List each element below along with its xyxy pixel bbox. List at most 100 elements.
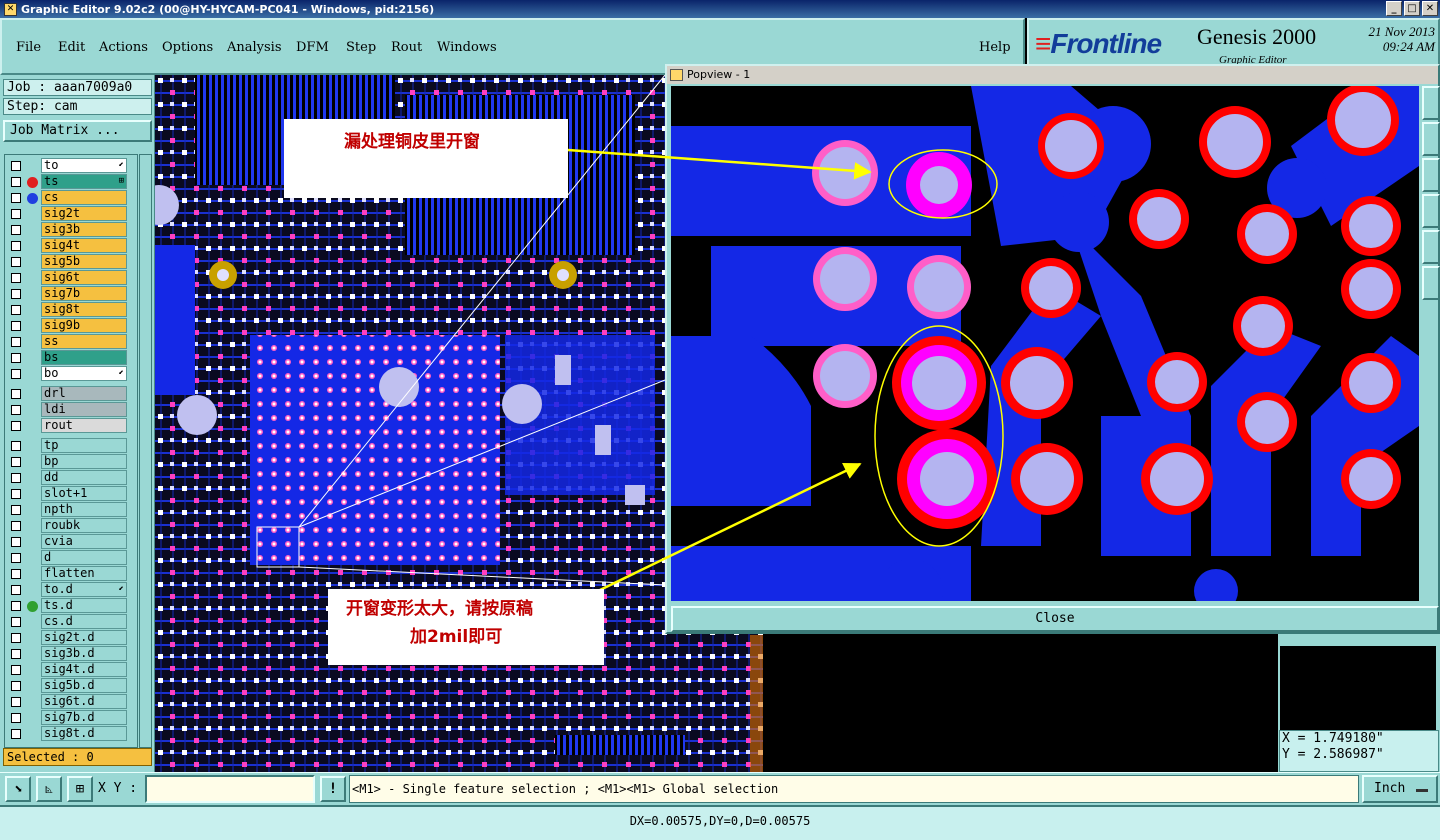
layer-row[interactable]: sig6t bbox=[5, 270, 129, 286]
layer-name[interactable]: sig3b.d bbox=[41, 646, 127, 661]
layer-checkbox[interactable] bbox=[11, 257, 21, 267]
layer-name[interactable]: tp bbox=[41, 438, 127, 453]
layer-name[interactable]: ldi bbox=[41, 402, 127, 417]
layer-checkbox[interactable] bbox=[11, 537, 21, 547]
popview-tool-4[interactable] bbox=[1422, 194, 1440, 228]
menu-dfm[interactable]: DFM bbox=[296, 40, 329, 55]
layer-checkbox[interactable] bbox=[11, 601, 21, 611]
layer-row[interactable]: to ⬋ bbox=[5, 158, 129, 174]
layer-name[interactable]: dd bbox=[41, 470, 127, 485]
maximize-button[interactable]: □ bbox=[1404, 1, 1420, 16]
layer-name[interactable]: cvia bbox=[41, 534, 127, 549]
layer-row[interactable]: bp bbox=[5, 454, 129, 470]
canvas-right-area[interactable] bbox=[763, 634, 1278, 772]
layer-name[interactable]: sig6t bbox=[41, 270, 127, 285]
layer-checkbox[interactable] bbox=[11, 585, 21, 595]
layer-checkbox[interactable] bbox=[11, 489, 21, 499]
menu-rout[interactable]: Rout bbox=[391, 40, 422, 55]
layer-row[interactable]: flatten bbox=[5, 566, 129, 582]
menu-help[interactable]: Help bbox=[979, 40, 1011, 55]
layer-row[interactable]: sig2t bbox=[5, 206, 129, 222]
layer-row[interactable]: sig2t.d bbox=[5, 630, 129, 646]
layer-row[interactable]: d bbox=[5, 550, 129, 566]
layer-row[interactable]: sig4t bbox=[5, 238, 129, 254]
layer-checkbox[interactable] bbox=[11, 321, 21, 331]
layer-name[interactable]: sig7b.d bbox=[41, 710, 127, 725]
layer-name[interactable]: sig8t bbox=[41, 302, 127, 317]
layer-name[interactable]: ss bbox=[41, 334, 127, 349]
layer-checkbox[interactable] bbox=[11, 405, 21, 415]
layer-row[interactable]: cvia bbox=[5, 534, 129, 550]
layer-row[interactable]: sig4t.d bbox=[5, 662, 129, 678]
layer-checkbox[interactable] bbox=[11, 617, 21, 627]
layer-name[interactable]: roubk bbox=[41, 518, 127, 533]
xy-input[interactable] bbox=[145, 775, 315, 803]
layer-name[interactable]: sig9b bbox=[41, 318, 127, 333]
measure-icon[interactable]: ⦝ bbox=[36, 776, 62, 802]
menu-step[interactable]: Step bbox=[346, 40, 376, 55]
layer-row[interactable]: bs bbox=[5, 350, 129, 366]
menu-analysis[interactable]: Analysis bbox=[227, 40, 282, 55]
layer-checkbox[interactable] bbox=[11, 337, 21, 347]
layer-checkbox[interactable] bbox=[11, 505, 21, 515]
layer-checkbox[interactable] bbox=[11, 389, 21, 399]
layer-row[interactable]: bo ⬋ bbox=[5, 366, 129, 382]
layer-checkbox[interactable] bbox=[11, 421, 21, 431]
layer-row[interactable]: to.d ⬋ bbox=[5, 582, 129, 598]
layer-checkbox[interactable] bbox=[11, 289, 21, 299]
layer-checkbox[interactable] bbox=[11, 273, 21, 283]
minimize-button[interactable]: _ bbox=[1386, 1, 1402, 16]
menu-edit[interactable]: Edit bbox=[58, 40, 85, 55]
layer-name[interactable]: rout bbox=[41, 418, 127, 433]
layer-checkbox[interactable] bbox=[11, 473, 21, 483]
layer-checkbox[interactable] bbox=[11, 209, 21, 219]
layer-checkbox[interactable] bbox=[11, 177, 21, 187]
layer-name[interactable]: cs.d bbox=[41, 614, 127, 629]
layer-name[interactable]: bs bbox=[41, 350, 127, 365]
layer-row[interactable]: sig8t.d bbox=[5, 726, 129, 742]
layer-checkbox[interactable] bbox=[11, 457, 21, 467]
layer-name[interactable]: npth bbox=[41, 502, 127, 517]
layer-checkbox[interactable] bbox=[11, 681, 21, 691]
popview-tool-1[interactable] bbox=[1422, 86, 1440, 120]
exclaim-button[interactable]: ! bbox=[320, 776, 346, 802]
layer-name[interactable]: drl bbox=[41, 386, 127, 401]
layer-checkbox[interactable] bbox=[11, 353, 21, 363]
layer-row[interactable]: ss bbox=[5, 334, 129, 350]
grid-snap-icon[interactable]: ⊞ bbox=[67, 776, 93, 802]
layer-name[interactable]: sig5b.d bbox=[41, 678, 127, 693]
layer-checkbox[interactable] bbox=[11, 521, 21, 531]
layer-list-scrollbar[interactable] bbox=[139, 154, 152, 748]
layer-checkbox[interactable] bbox=[11, 369, 21, 379]
menu-actions[interactable]: Actions bbox=[99, 40, 148, 55]
layer-name[interactable]: sig5b bbox=[41, 254, 127, 269]
layer-row[interactable]: ts.d bbox=[5, 598, 129, 614]
layer-checkbox[interactable] bbox=[11, 193, 21, 203]
layer-checkbox[interactable] bbox=[11, 569, 21, 579]
layer-name[interactable]: bo ⬋ bbox=[41, 366, 127, 381]
layer-checkbox[interactable] bbox=[11, 305, 21, 315]
popview-tool-2[interactable] bbox=[1422, 122, 1440, 156]
job-matrix-button[interactable]: Job Matrix ... bbox=[3, 120, 152, 142]
layer-name[interactable]: sig4t bbox=[41, 238, 127, 253]
close-window-button[interactable]: ✕ bbox=[1422, 1, 1438, 16]
popview-tool-6[interactable] bbox=[1422, 266, 1440, 300]
popview-tool-3[interactable] bbox=[1422, 158, 1440, 192]
layer-name[interactable]: to ⬋ bbox=[41, 158, 127, 173]
layer-checkbox[interactable] bbox=[11, 729, 21, 739]
layer-row[interactable]: sig5b.d bbox=[5, 678, 129, 694]
layer-row[interactable]: cs bbox=[5, 190, 129, 206]
layer-name[interactable]: cs bbox=[41, 190, 127, 205]
layer-row[interactable]: tp bbox=[5, 438, 129, 454]
menu-windows[interactable]: Windows bbox=[437, 40, 497, 55]
layer-row[interactable]: slot+1 bbox=[5, 486, 129, 502]
layer-checkbox[interactable] bbox=[11, 665, 21, 675]
layer-checkbox[interactable] bbox=[11, 161, 21, 171]
popview-close-button[interactable]: Close bbox=[671, 606, 1439, 632]
layer-checkbox[interactable] bbox=[11, 241, 21, 251]
layer-row[interactable]: dd bbox=[5, 470, 129, 486]
layer-row[interactable]: sig9b bbox=[5, 318, 129, 334]
layer-row[interactable]: sig3b.d bbox=[5, 646, 129, 662]
layer-checkbox[interactable] bbox=[11, 225, 21, 235]
layer-row[interactable]: drl bbox=[5, 386, 129, 402]
